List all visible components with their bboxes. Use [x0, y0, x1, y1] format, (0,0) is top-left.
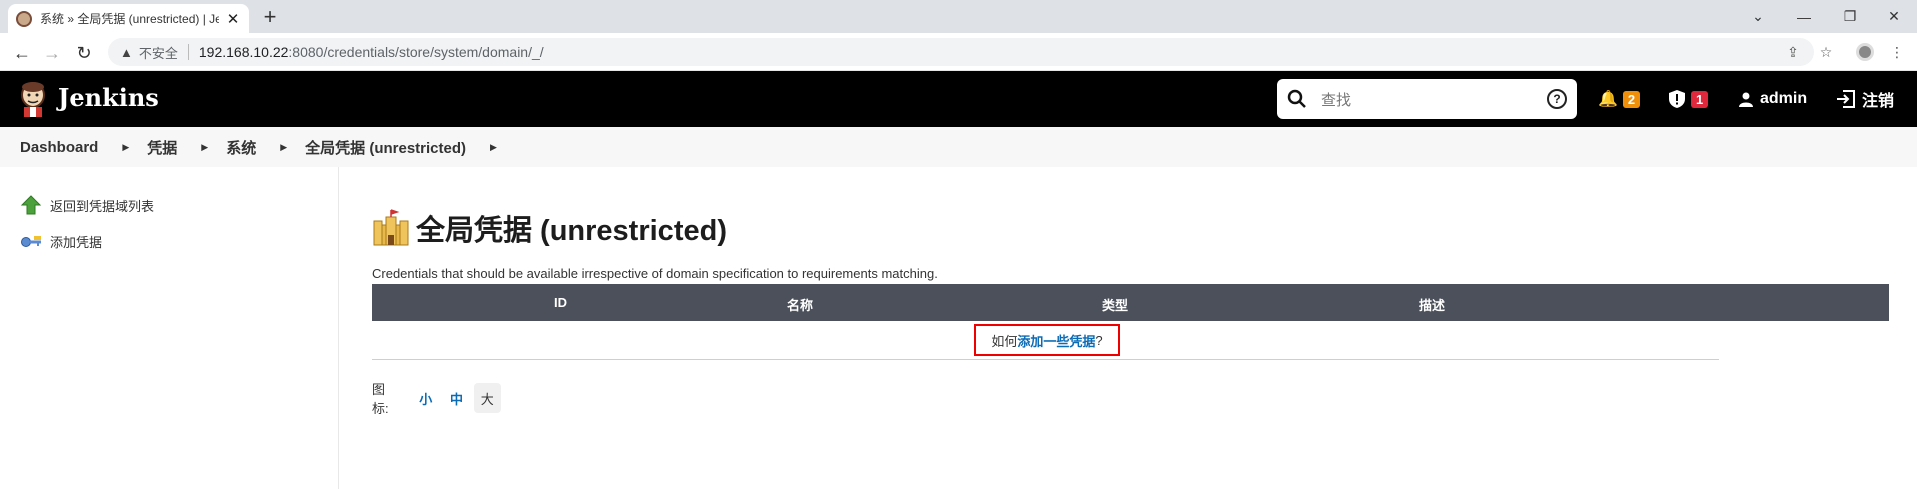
jenkins-header: Jenkins 查找 ? 🔔 2 1 admin 注销 — [0, 71, 1917, 127]
address-bar-row: ← → ↻ ▲ 不安全 192.168.10.22:8080/credentia… — [0, 33, 1917, 71]
logout-label: 注销 — [1862, 93, 1895, 110]
castle-icon — [373, 209, 409, 246]
notifications-badge: 2 — [1622, 90, 1641, 108]
browser-menu-icon[interactable]: ⋮ — [1886, 41, 1908, 63]
breadcrumb-arrow-icon[interactable]: ▶ — [490, 142, 497, 153]
security-badge: 1 — [1691, 90, 1709, 108]
security-button[interactable]: 1 — [1668, 87, 1709, 111]
breadcrumb-system[interactable]: 系统 — [226, 137, 256, 158]
table-row: 如何 添加一些凭据? — [372, 321, 1719, 360]
new-tab-button[interactable]: + — [258, 5, 282, 29]
add-credentials-link[interactable]: 添加一些凭据 — [1017, 331, 1095, 350]
breadcrumb-arrow-icon[interactable]: ▶ — [280, 142, 287, 153]
search-input[interactable]: 查找 ? — [1277, 79, 1577, 119]
jenkins-logo-icon[interactable] — [18, 80, 48, 118]
warning-icon[interactable]: ▲ — [120, 45, 133, 60]
sidebar-item-label: 添加凭据 — [50, 234, 103, 250]
browser-tab[interactable]: 系统 » 全局凭据 (unrestricted) | Jenkins ✕ — [8, 4, 249, 33]
column-header-id[interactable]: ID — [554, 295, 567, 310]
url-host: 192.168.10.22 — [198, 44, 289, 60]
icon-size-medium[interactable]: 中 — [443, 383, 470, 413]
empty-prefix: 如何 — [991, 333, 1018, 349]
close-tab-icon[interactable]: ✕ — [225, 10, 241, 28]
page-title-text: 全局凭据 (unrestricted) — [416, 215, 727, 247]
profile-avatar-icon[interactable] — [1854, 41, 1876, 63]
back-icon[interactable]: ← — [10, 41, 34, 65]
notifications-button[interactable]: 🔔 2 — [1598, 87, 1641, 111]
url-field[interactable]: ▲ 不安全 192.168.10.22:8080/credentials/sto… — [108, 38, 1814, 66]
empty-suffix: ? — [1095, 332, 1103, 348]
column-header-type[interactable]: 类型 — [1102, 295, 1128, 314]
icon-size-large[interactable]: 大 — [473, 383, 501, 413]
tab-title: 系统 » 全局凭据 (unrestricted) | Jenkins — [40, 12, 219, 26]
table-header: ID 名称 类型 描述 — [372, 284, 1889, 321]
app-name[interactable]: Jenkins — [58, 83, 159, 112]
sidebar: 返回到凭据域列表 添加凭据 — [0, 167, 339, 489]
bell-icon: 🔔 — [1598, 91, 1618, 108]
breadcrumb-global-credentials[interactable]: 全局凭据 (unrestricted) — [305, 137, 466, 158]
page-description: Credentials that should be available irr… — [372, 266, 938, 281]
logout-icon — [1837, 90, 1855, 108]
credentials-table: ID 名称 类型 描述 如何 添加一些凭据? — [372, 284, 1889, 360]
key-icon — [21, 236, 41, 247]
url-path: :8080/credentials/store/system/domain/_/ — [288, 44, 544, 60]
icon-size-small[interactable]: 小 — [412, 383, 439, 413]
breadcrumb-arrow-icon[interactable]: ▶ — [201, 142, 208, 153]
column-header-description[interactable]: 描述 — [1419, 295, 1445, 314]
user-menu[interactable]: admin — [1738, 87, 1807, 111]
close-window-button[interactable]: ✕ — [1871, 0, 1917, 33]
browser-tab-bar: 系统 » 全局凭据 (unrestricted) | Jenkins ✕ + ⌄… — [0, 0, 1917, 33]
sidebar-item-label: 返回到凭据域列表 — [50, 198, 155, 214]
icon-size-label: 图标: — [372, 382, 389, 416]
bookmark-star-icon[interactable]: ☆ — [1815, 41, 1837, 63]
shield-icon — [1669, 90, 1685, 108]
empty-state-message: 如何 添加一些凭据? — [974, 324, 1120, 356]
breadcrumb-credentials[interactable]: 凭据 — [147, 137, 177, 158]
icon-size-selector: 图标: 小 中 大 — [372, 379, 501, 417]
search-placeholder: 查找 — [1321, 91, 1352, 109]
breadcrumb-arrow-icon[interactable]: ▶ — [122, 142, 129, 153]
sidebar-item-back-to-domains[interactable]: 返回到凭据域列表 — [20, 194, 154, 216]
reload-icon[interactable]: ↻ — [72, 41, 96, 65]
tab-search-chevron-icon[interactable]: ⌄ — [1735, 0, 1781, 33]
logout-button[interactable]: 注销 — [1836, 87, 1894, 111]
separator — [187, 44, 189, 60]
restore-button[interactable]: ❐ — [1827, 0, 1873, 33]
forward-icon[interactable]: → — [40, 41, 64, 65]
up-arrow-icon — [20, 195, 42, 215]
column-header-name[interactable]: 名称 — [787, 295, 813, 314]
breadcrumb-dashboard[interactable]: Dashboard — [20, 139, 98, 156]
share-icon[interactable]: ⇪ — [1782, 41, 1804, 63]
search-icon — [1287, 89, 1306, 108]
sidebar-item-add-credentials[interactable]: 添加凭据 — [20, 230, 102, 252]
username: admin — [1760, 90, 1808, 107]
help-icon[interactable]: ? — [1547, 89, 1567, 109]
user-icon — [1739, 92, 1753, 107]
minimize-button[interactable]: — — [1781, 0, 1827, 33]
security-label: 不安全 — [138, 45, 178, 61]
page-title: 全局凭据 (unrestricted) — [372, 207, 727, 249]
breadcrumb: Dashboard ▶ 凭据 ▶ 系统 ▶ 全局凭据 (unrestricted… — [0, 127, 1917, 167]
jenkins-favicon-icon — [16, 10, 32, 27]
